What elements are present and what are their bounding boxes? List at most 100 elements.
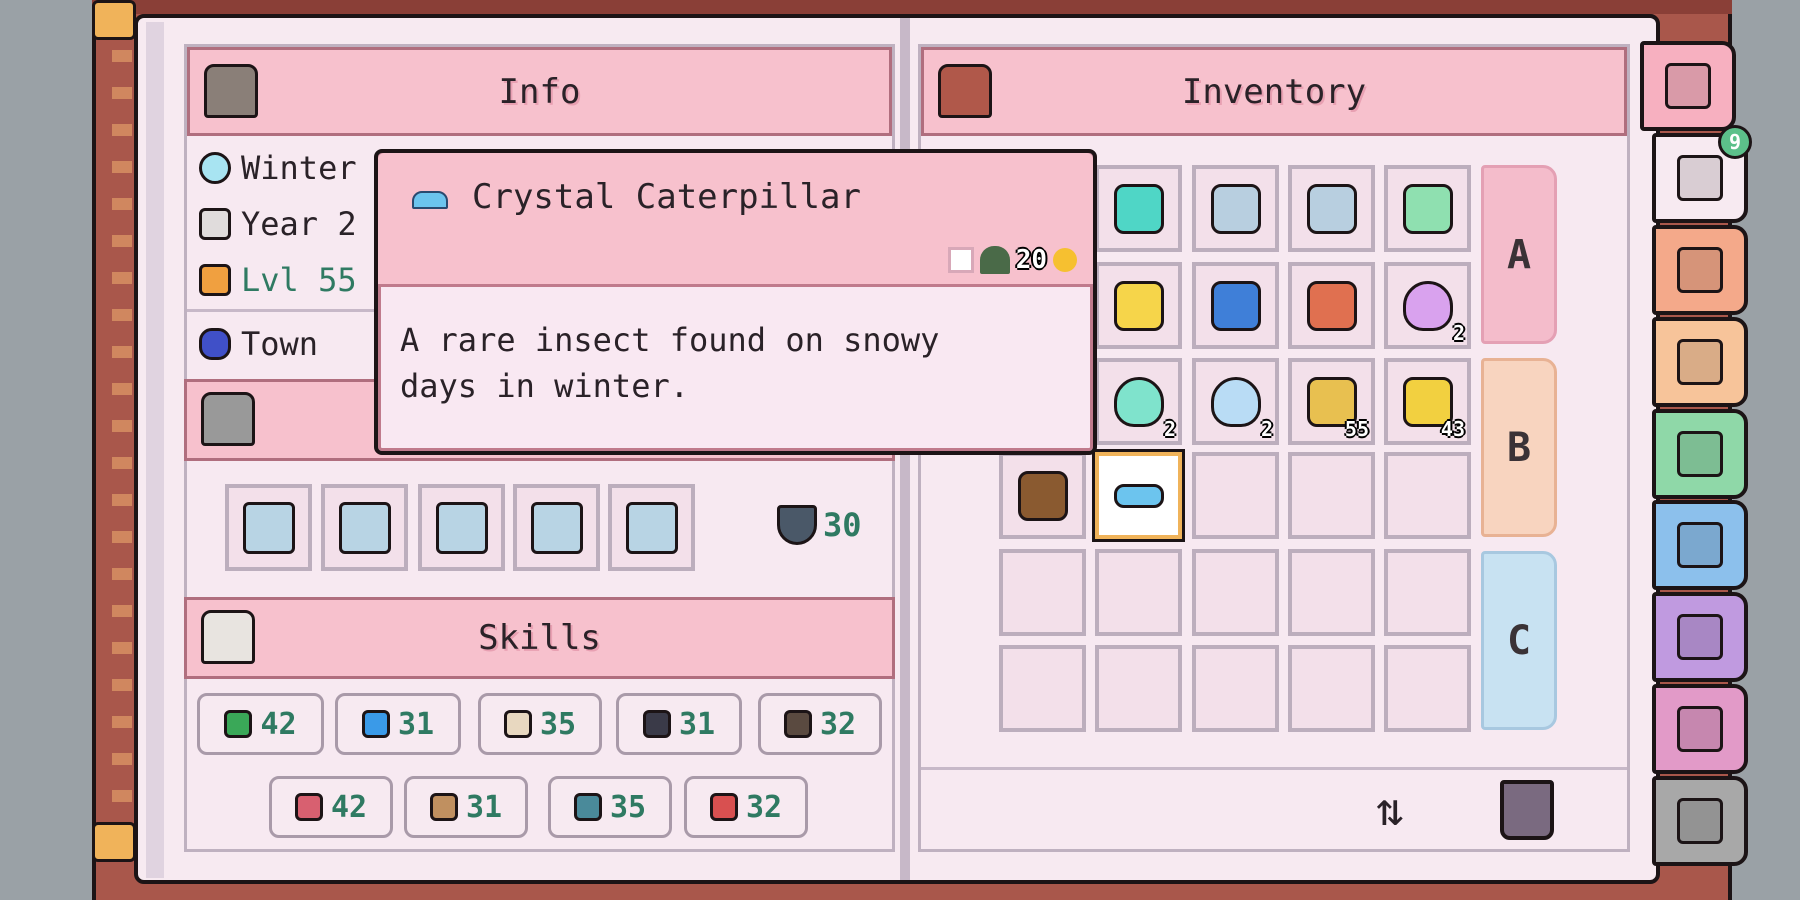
- inventory-slot-empty[interactable]: [1288, 452, 1375, 539]
- inventory-slot-axe[interactable]: [1192, 165, 1279, 252]
- inventory-tab-c[interactable]: C: [1481, 551, 1557, 730]
- book-cover-top: [92, 0, 1732, 14]
- armor-value: 30: [777, 505, 862, 545]
- tooltip-item-name: Crystal Caterpillar: [472, 177, 861, 217]
- crown-icon: [199, 264, 231, 296]
- side-tab-inventory[interactable]: [1640, 41, 1736, 131]
- inventory-slot-empty[interactable]: [999, 549, 1086, 636]
- inventory-slot-empty[interactable]: [1192, 645, 1279, 732]
- item-count: 2: [1163, 417, 1176, 441]
- character-icon: [1677, 431, 1723, 477]
- inventory-slot-shovel[interactable]: [1288, 165, 1375, 252]
- page-edge: [146, 22, 164, 878]
- helmet-icon: [242, 501, 295, 554]
- inventory-slot-empty[interactable]: [1095, 645, 1182, 732]
- skill-crafting[interactable]: 35: [548, 776, 672, 838]
- equipment-slot-leggings[interactable]: [418, 484, 505, 571]
- trash-button[interactable]: [1500, 780, 1554, 840]
- inventory-slot-pizza[interactable]: [1288, 262, 1375, 349]
- side-tab-character[interactable]: [1652, 409, 1748, 499]
- inventory-slot-yellow-seed[interactable]: 43: [1384, 358, 1471, 445]
- inventory-slot-empty[interactable]: [1192, 452, 1279, 539]
- season-row: Winter: [199, 149, 357, 187]
- crafting-icon: [573, 793, 602, 821]
- inventory-slot-purple-heart[interactable]: 2: [1384, 262, 1471, 349]
- inventory-slot-hay[interactable]: 55: [1288, 358, 1375, 445]
- side-tab-magic[interactable]: [1652, 500, 1748, 590]
- skill-ranching[interactable]: 42: [269, 776, 393, 838]
- inventory-slot-egg-tart[interactable]: [1095, 262, 1182, 349]
- mail-icon: [1677, 247, 1723, 293]
- skill-level: 42: [330, 789, 368, 825]
- armor-text: 30: [823, 506, 862, 544]
- inventory-slot-crystal-caterpillar[interactable]: [1095, 452, 1182, 539]
- pickaxe-icon: [1113, 183, 1164, 234]
- journal-icon: [1677, 706, 1723, 752]
- inventory-slot-acorn[interactable]: [999, 452, 1086, 539]
- info-title: Info: [498, 71, 581, 112]
- side-tab-mail[interactable]: [1652, 225, 1748, 315]
- inventory-slot-empty[interactable]: [1384, 549, 1471, 636]
- inventory-slot-pickaxe[interactable]: [1095, 165, 1182, 252]
- leggings-icon: [435, 501, 488, 554]
- skill-level: 35: [539, 706, 577, 742]
- equipment-slot-helmet[interactable]: [225, 484, 312, 571]
- bug-net-icon: [1402, 183, 1453, 234]
- fishing-icon: [361, 710, 390, 738]
- inventory-slot-empty[interactable]: [1192, 549, 1279, 636]
- equipment-slot-chestplate[interactable]: [321, 484, 408, 571]
- calendar-icon: [199, 208, 231, 240]
- skill-cooking[interactable]: 35: [478, 693, 602, 755]
- side-tab-clothing[interactable]: 9: [1652, 125, 1752, 223]
- backpack-icon: [938, 64, 992, 118]
- sort-icon: ⇅: [1376, 782, 1404, 836]
- inventory-slot-empty[interactable]: [1288, 549, 1375, 636]
- item-count: 2: [1260, 417, 1273, 441]
- inventory-tab-a[interactable]: A: [1481, 165, 1557, 344]
- skill-level: 31: [678, 706, 716, 742]
- inventory-slot-blue-heart[interactable]: 2: [1192, 358, 1279, 445]
- notification-badge: 9: [1718, 125, 1752, 159]
- inventory-slot-empty[interactable]: [1095, 549, 1182, 636]
- inventory-slot-blue-vase[interactable]: [1192, 262, 1279, 349]
- side-tab-relationships[interactable]: [1652, 317, 1748, 407]
- item-count: 2: [1452, 321, 1465, 345]
- farming-icon: [224, 710, 253, 738]
- tooltip-price: 20: [947, 245, 1077, 275]
- skill-mining[interactable]: 32: [758, 693, 882, 755]
- equipment-slot-boots[interactable]: [513, 484, 600, 571]
- inventory-slot-empty[interactable]: [1288, 645, 1375, 732]
- coin-icon: [1053, 248, 1077, 272]
- skill-bug-catching[interactable]: 31: [404, 776, 528, 838]
- acorn-icon: [1017, 470, 1068, 521]
- inventory-slot-teal-heart[interactable]: 2: [1095, 358, 1182, 445]
- book-corner: [92, 0, 136, 40]
- tooltip-description: A rare insect found on snowy days in win…: [400, 321, 940, 405]
- level-row: Lvl 55: [199, 261, 357, 299]
- skills-header: Skills: [184, 597, 895, 679]
- inventory-slot-empty[interactable]: [999, 645, 1086, 732]
- quality-icon: [947, 247, 974, 273]
- inventory-slot-empty[interactable]: [1384, 452, 1471, 539]
- side-tab-map[interactable]: [1652, 592, 1748, 682]
- inventory-slot-empty[interactable]: [1384, 645, 1471, 732]
- side-tab-journal[interactable]: [1652, 684, 1748, 774]
- inventory-slot-bug-net[interactable]: [1384, 165, 1471, 252]
- location-text: Town: [241, 325, 319, 363]
- inventory-tab-b[interactable]: B: [1481, 358, 1557, 537]
- sort-button[interactable]: ⇅: [1376, 780, 1446, 838]
- equipment-slot-sword[interactable]: [608, 484, 695, 571]
- skill-foraging[interactable]: 31: [616, 693, 742, 755]
- house-icon: [204, 64, 258, 118]
- skill-combat[interactable]: 32: [684, 776, 808, 838]
- caterpillar-icon: [412, 191, 448, 209]
- map-icon: [1677, 614, 1723, 660]
- blue-vase-icon: [1210, 280, 1261, 331]
- year-text: Year 2: [241, 205, 357, 243]
- book-icon: [201, 610, 255, 664]
- crystal-caterpillar-icon: [1113, 483, 1164, 508]
- side-tab-settings[interactable]: [1652, 776, 1748, 866]
- skill-farming[interactable]: 42: [197, 693, 324, 755]
- item-count: 55: [1344, 417, 1369, 441]
- skill-fishing[interactable]: 31: [335, 693, 461, 755]
